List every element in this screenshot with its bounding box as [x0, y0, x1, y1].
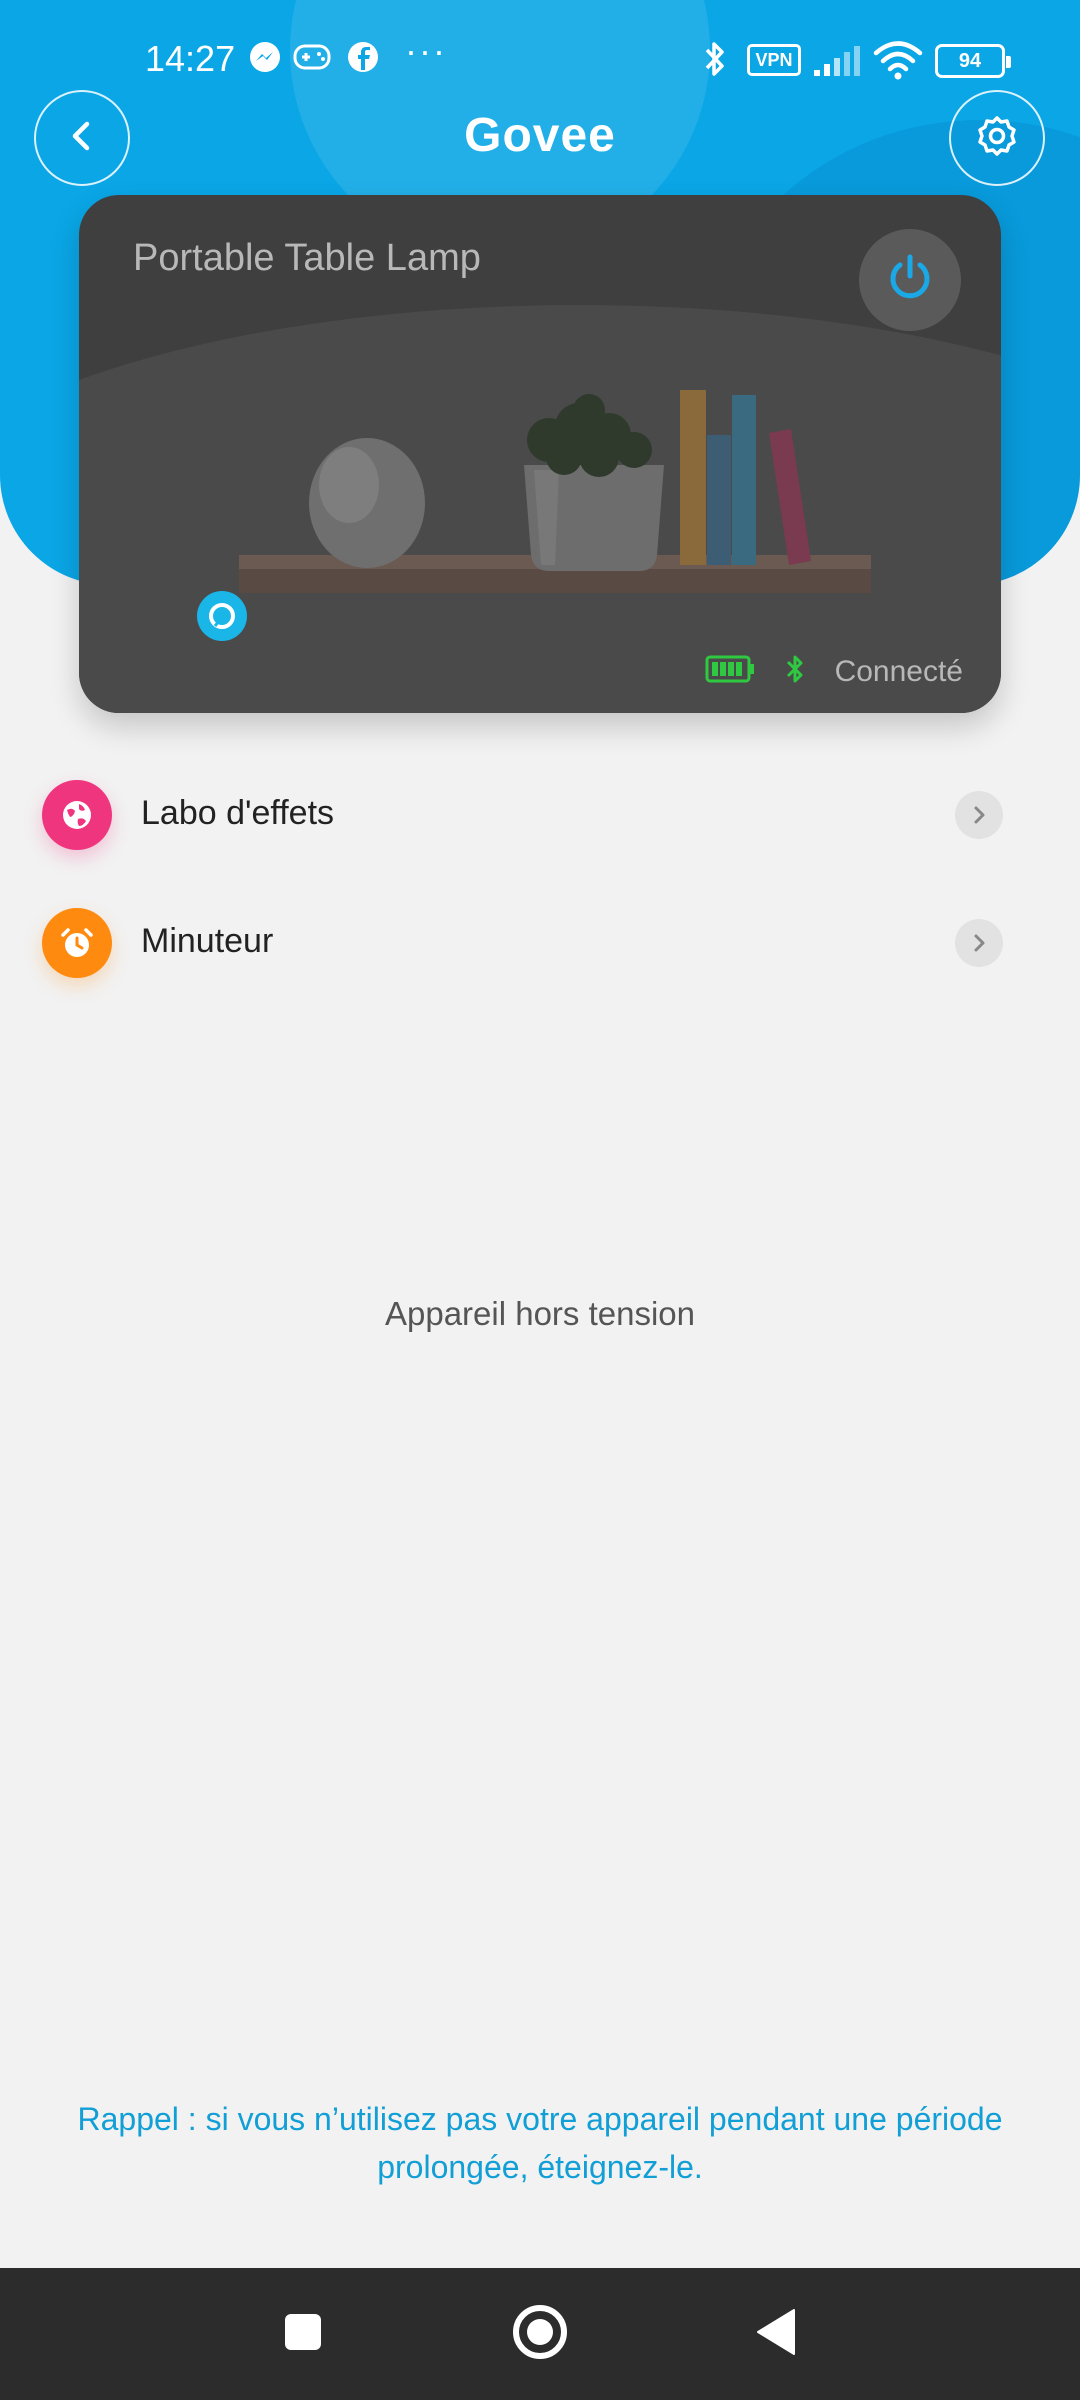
bluetooth-icon [700, 40, 730, 83]
system-navigation-bar [0, 2268, 1080, 2400]
reminder-text: Rappel : si vous n’utilisez pas votre ap… [77, 2101, 1003, 2185]
facebook-icon [346, 40, 380, 79]
menu-label: Minuteur [141, 922, 274, 960]
signal-icon [812, 44, 862, 83]
connected-label: Connecté [834, 654, 963, 688]
connection-status: Connecté [705, 653, 963, 690]
menu-item-timer[interactable]: Minuteur [0, 892, 1080, 992]
power-button[interactable] [859, 229, 961, 331]
device-card[interactable]: Portable Table Lamp Connecté [79, 195, 1001, 713]
chevron-right-icon [955, 919, 1003, 967]
settings-button[interactable] [949, 90, 1045, 186]
triangle-back-icon [754, 2308, 798, 2361]
device-name: Portable Table Lamp [133, 237, 481, 279]
status-time: 14:27 [145, 38, 236, 79]
globe-icon [42, 780, 112, 850]
recent-apps-button[interactable] [273, 2304, 333, 2364]
gear-icon [974, 113, 1020, 164]
home-button[interactable] [510, 2304, 570, 2364]
chevron-right-icon [955, 791, 1003, 839]
battery-full-icon [705, 654, 755, 689]
alexa-icon [197, 591, 247, 641]
device-off-message: Appareil hors tension [384, 1295, 696, 1332]
vpn-badge: VPN [747, 44, 801, 76]
gamepad-icon [292, 40, 332, 79]
back-button[interactable] [34, 90, 130, 186]
menu-label: Labo d'effets [141, 794, 335, 832]
more-notifications-icon: ··· [405, 30, 447, 71]
alarm-clock-icon [42, 908, 112, 978]
brand-logo: Govee [464, 109, 616, 162]
chevron-left-icon [62, 116, 102, 161]
wifi-icon [873, 40, 923, 85]
menu-item-effects-lab[interactable]: Labo d'effets [0, 764, 1080, 864]
power-icon [883, 251, 937, 310]
square-icon [283, 2312, 323, 2357]
bluetooth-connected-icon [783, 653, 807, 690]
back-nav-button[interactable] [746, 2304, 806, 2364]
circle-icon [510, 2302, 570, 2367]
battery-indicator: 94 [935, 44, 1011, 78]
messenger-icon [248, 40, 282, 79]
status-bar: 14:27 ··· VPN 94 [0, 0, 1080, 120]
